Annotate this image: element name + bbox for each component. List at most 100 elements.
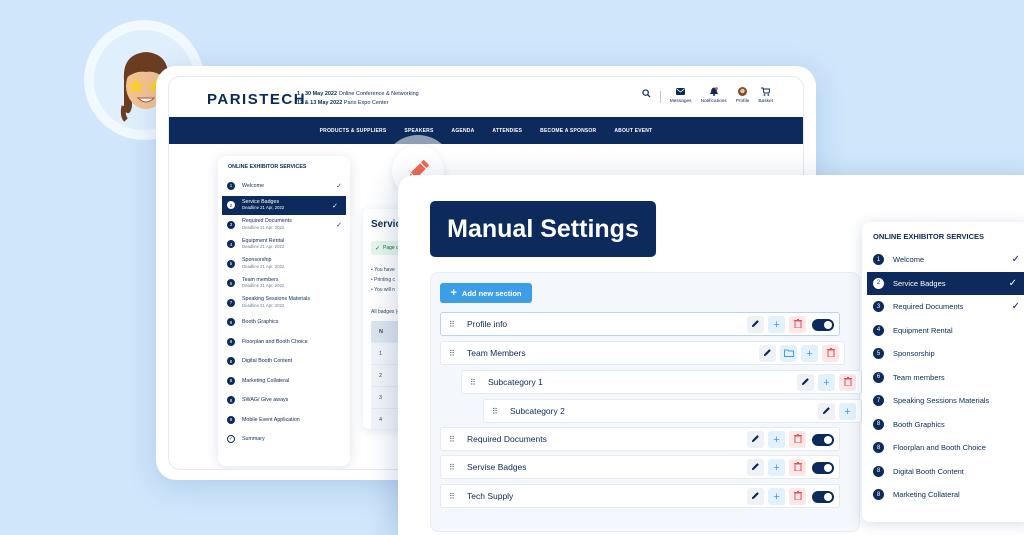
sidebar-item[interactable]: 8 Booth Graphics [862,413,1024,437]
sidebar-item[interactable]: 8 Booth Graphics [218,313,350,333]
sidebar-item-text: Welcome [242,183,264,190]
row-actions: + [747,459,834,476]
sidebar-item[interactable]: 5 Sponsorship Deadline 21 Apr, 2022 [218,254,350,274]
sidebar-list: 1 Welcome ✓ 2 Service Badges ✓ 3 Required Docum… [862,248,1024,507]
sidebar-item[interactable]: 8 Floorplan and Booth Choice [862,436,1024,460]
exhibitor-services-sidebar-small: ONLINE EXHIBITOR SERVICES 1 Welcome ✓ 2 Serv… [218,156,350,466]
exhibitor-services-sidebar: ONLINE EXHIBITOR SERVICES 1 Welcome ✓ 2 Serv… [862,222,1024,522]
edit-button[interactable] [747,316,764,333]
add-button[interactable]: + [768,431,785,448]
section-row[interactable]: ⠿ Subcategory 2 + [483,399,862,423]
section-row[interactable]: ⠿ Team Members + [440,341,845,365]
deadline-text: Deadline 21 Apr, 2022 [242,244,285,250]
section-row[interactable]: ⠿ Subcategory 1 + [461,370,862,394]
sidebar-item-label: Sponsorship [242,257,272,264]
nav-item-agenda[interactable]: AGENDA [452,128,475,134]
step-number: 1 [873,254,884,266]
drag-handle-icon[interactable]: ⠿ [449,463,463,472]
sidebar-item[interactable]: 3 Required Documents Deadline 21 Apr, 2022… [218,215,350,235]
sidebar-item[interactable]: ✓ Summary [218,430,350,450]
sidebar-item[interactable]: 6 Team members Deadline 21 Apr, 2022 [218,274,350,294]
drag-handle-icon[interactable]: ⠿ [470,378,484,387]
add-button[interactable]: + [768,316,785,333]
messages-label: Messages [669,99,692,104]
section-row[interactable]: ⠿ Profile info + [440,312,840,336]
nav-item-products[interactable]: PRODUCTS & SUPPLIERS [320,128,387,134]
edit-button[interactable] [747,459,764,476]
add-new-section-button[interactable]: + Add new section [440,283,532,303]
step-number: 6 [873,371,884,383]
brand-logo[interactable]: PARISTECH [207,91,306,108]
sidebar-item[interactable]: 3 Required Documents ✓ [862,295,1024,319]
edit-button[interactable] [759,345,776,362]
sidebar-item[interactable]: 6 Team members [862,366,1024,390]
sidebar-item[interactable]: 7 Speaking Sessions Materials Deadline 21 … [218,293,350,313]
sidebar-item[interactable]: 1 Welcome ✓ [218,176,350,196]
sidebar-item[interactable]: 8 Digital Booth Content [218,352,350,372]
sidebar-item[interactable]: 2 Service Badges ✓ [867,271,1024,295]
plus-icon: + [773,490,780,503]
edit-button[interactable] [747,431,764,448]
divider [659,91,661,103]
sidebar-item[interactable]: 1 Welcome ✓ [862,248,1024,272]
delete-button[interactable] [789,488,806,505]
folder-button[interactable] [780,345,797,362]
drag-handle-icon[interactable]: ⠿ [449,349,463,358]
add-button[interactable]: + [768,488,785,505]
visibility-toggle[interactable] [812,318,834,331]
edit-button[interactable] [818,403,835,420]
sidebar-item[interactable]: 8 SWAG/ Give aways [218,391,350,411]
folder-icon [783,349,794,359]
drag-handle-icon[interactable]: ⠿ [449,320,463,329]
drag-handle-icon[interactable]: ⠿ [449,492,463,501]
visibility-toggle[interactable] [812,433,834,446]
nav-item-about[interactable]: ABOUT EVENT [614,128,652,134]
trash-icon [793,434,802,445]
sidebar-item[interactable]: 8 Marketing Collateral [862,483,1024,507]
delete-button[interactable] [822,345,839,362]
delete-button[interactable] [789,431,806,448]
sidebar-item[interactable]: 2 Service Badges Deadline 21 Apr, 2022 ✓ [222,195,346,215]
nav-item-speakers[interactable]: SPEAKERS [404,128,433,134]
sidebar-item[interactable]: 4 Equipment Rental Deadline 21 Apr, 2022 [218,235,350,255]
nav-item-sponsor[interactable]: BECOME A SPONSOR [540,128,596,134]
step-number: 5 [227,259,235,268]
basket-button[interactable]: Basket [758,87,773,104]
section-row[interactable]: ⠿ Tech Supply + [440,484,840,508]
edit-button[interactable] [747,488,764,505]
plus-icon: + [773,433,780,446]
add-button[interactable]: + [801,345,818,362]
nav-item-attendies[interactable]: ATTENDIES [492,128,522,134]
delete-button[interactable] [839,374,856,391]
sidebar-item[interactable]: 4 Equipment Rental [862,319,1024,343]
search-button[interactable] [642,89,651,101]
sidebar-item[interactable]: 5 Sponsorship [862,342,1024,366]
delete-button[interactable] [789,459,806,476]
edit-button[interactable] [797,374,814,391]
drag-handle-icon[interactable]: ⠿ [449,435,463,444]
trash-icon [826,348,835,359]
notifications-button[interactable]: Notifications [701,87,727,104]
sidebar-item-label: Service Badges [242,198,280,205]
sidebar-item-label: Speaking Sessions Materials [893,396,990,406]
drag-handle-icon[interactable]: ⠿ [492,407,506,416]
add-button[interactable]: + [818,374,835,391]
section-row[interactable]: ⠿ Servise Badges + [440,455,840,479]
deadline-text: Deadline 21 Apr, 2022 [242,283,285,289]
sidebar-item[interactable]: 8 Digital Booth Content [862,460,1024,484]
profile-button[interactable]: Profile [736,87,749,104]
delete-button[interactable] [789,316,806,333]
section-row[interactable]: ⠿ Required Documents + [440,427,840,451]
step-number: 8 [873,418,884,430]
sidebar-item[interactable]: 8 Mobile Event Application [218,410,350,430]
add-button[interactable]: + [839,403,856,420]
bell-icon [709,87,718,96]
messages-button[interactable]: Messages [670,87,692,104]
visibility-toggle[interactable] [812,490,834,503]
plus-icon: + [773,318,780,331]
visibility-toggle[interactable] [812,461,834,474]
sidebar-item[interactable]: 7 Speaking Sessions Materials [862,389,1024,413]
add-button[interactable]: + [768,459,785,476]
sidebar-item[interactable]: 8 Floorplan and Booth Choice [218,332,350,352]
sidebar-item[interactable]: 8 Marketing Collateral [218,371,350,391]
